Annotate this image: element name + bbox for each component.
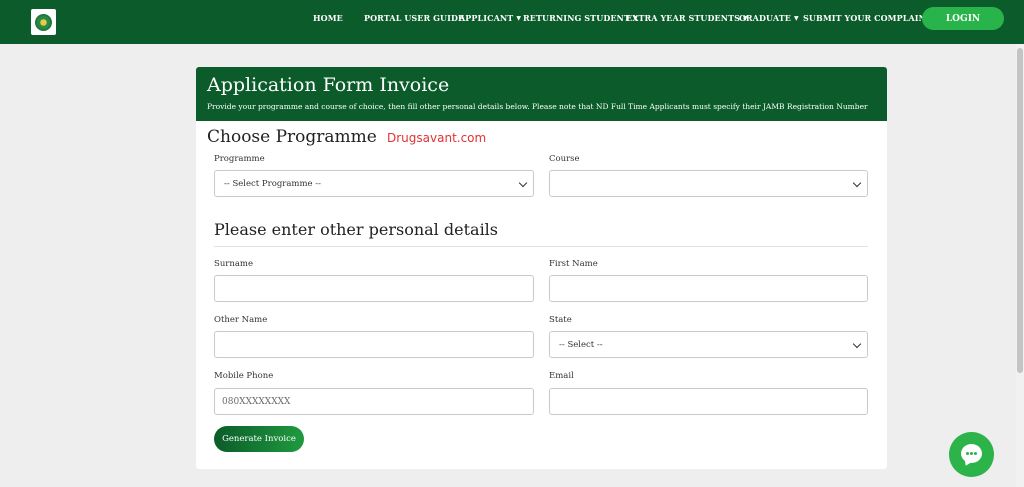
nav-extra-year-students-label: EXTRA YEAR STUDENTS	[626, 13, 741, 23]
generate-invoice-button[interactable]: Generate Invoice	[214, 426, 304, 452]
surname-label: Surname	[214, 259, 253, 269]
mobile-phone-label: Mobile Phone	[214, 371, 274, 381]
programme-select[interactable]: -- Select Programme --	[214, 170, 534, 197]
other-name-field[interactable]	[214, 331, 534, 358]
programme-select-value: -- Select Programme --	[224, 178, 321, 189]
personal-details-heading: Please enter other personal details	[214, 220, 499, 239]
top-navbar: HOME PORTAL USER GUIDE APPLICANT ▼ RETURN…	[0, 0, 1024, 44]
chat-dot	[966, 452, 969, 455]
nav-graduate-label: GRADUATE	[739, 13, 791, 23]
caret-down-icon: ▼	[793, 14, 799, 22]
mobile-phone-field[interactable]	[214, 388, 534, 415]
choose-programme-heading: Choose Programme	[207, 127, 377, 147]
nav-applicant[interactable]: APPLICANT ▼	[459, 0, 521, 36]
chat-button[interactable]	[949, 432, 994, 477]
seal-graphic	[35, 13, 52, 31]
watermark-text: Drugsavant.com	[387, 131, 487, 145]
nav-portal-user-guide-label: PORTAL USER GUIDE	[364, 13, 465, 23]
email-label: Email	[549, 371, 574, 381]
section-divider	[214, 246, 868, 247]
chat-icon	[961, 444, 982, 463]
page-title: Application Form Invoice	[207, 74, 450, 96]
course-label: Course	[549, 154, 580, 164]
state-label: State	[549, 315, 572, 325]
state-select-value: -- Select --	[559, 339, 603, 350]
surname-field[interactable]	[214, 275, 534, 302]
login-button[interactable]: LOGIN	[922, 7, 1004, 30]
first-name-label: First Name	[549, 259, 598, 269]
state-select[interactable]: -- Select --	[549, 331, 868, 358]
nav-applicant-label: APPLICANT	[459, 13, 514, 23]
application-form-card: Application Form Invoice Provide your pr…	[196, 67, 887, 469]
chat-dot	[970, 452, 973, 455]
surname-input[interactable]	[215, 276, 533, 302]
other-name-input[interactable]	[215, 332, 533, 358]
caret-down-icon: ▼	[516, 14, 522, 22]
card-header: Application Form Invoice Provide your pr…	[196, 67, 887, 121]
nav-returning-student[interactable]: RETURNING STUDENT ▼	[523, 0, 638, 36]
course-select[interactable]	[549, 170, 868, 197]
first-name-field[interactable]	[549, 275, 868, 302]
programme-label: Programme	[214, 154, 265, 164]
nav-home-label: HOME	[313, 13, 343, 23]
nav-portal-user-guide[interactable]: PORTAL USER GUIDE	[364, 0, 464, 36]
nav-extra-year-students[interactable]: EXTRA YEAR STUDENTS ▼	[626, 0, 748, 36]
nav-submit-complaint-label: SUBMIT YOUR COMPLAINT	[803, 13, 933, 23]
nav-submit-complaint[interactable]: SUBMIT YOUR COMPLAINT	[803, 0, 932, 36]
email-input[interactable]	[550, 389, 867, 415]
institution-logo-icon[interactable]	[31, 9, 56, 35]
nav-home[interactable]: HOME	[313, 0, 343, 36]
other-name-label: Other Name	[214, 315, 268, 325]
chat-dot	[974, 452, 977, 455]
nav-graduate[interactable]: GRADUATE ▼	[739, 0, 799, 36]
mobile-phone-input[interactable]	[215, 389, 533, 415]
card-instructions: Provide your programme and course of cho…	[207, 102, 868, 111]
email-field[interactable]	[549, 388, 868, 415]
nav-returning-student-label: RETURNING STUDENT	[523, 13, 631, 23]
first-name-input[interactable]	[550, 276, 867, 302]
scrollbar-thumb[interactable]	[1017, 48, 1023, 373]
